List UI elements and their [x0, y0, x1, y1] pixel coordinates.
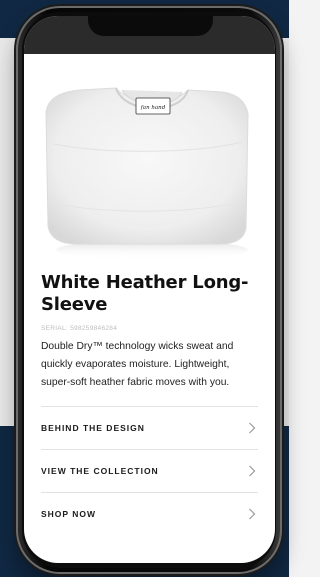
menu-item-label: SHOP NOW [41, 509, 97, 519]
menu-item-behind-the-design[interactable]: BEHIND THE DESIGN [41, 406, 258, 449]
chevron-right-icon [249, 465, 256, 477]
menu-item-label: VIEW THE COLLECTION [41, 466, 159, 476]
chevron-right-icon [249, 422, 256, 434]
menu-item-view-the-collection[interactable]: VIEW THE COLLECTION [41, 449, 258, 492]
serial-number: SERIAL: 598259846284 [41, 325, 118, 332]
phone-screen: fan hand White Heather Long-Sleeve SERIA… [24, 16, 275, 563]
product-title: White Heather Long-Sleeve [41, 272, 249, 315]
menu-item-shop-now[interactable]: SHOP NOW [41, 492, 258, 535]
folded-shirt-image: fan hand [45, 87, 249, 260]
product-menu: BEHIND THE DESIGN VIEW THE COLLECTION SH… [41, 406, 258, 535]
chevron-right-icon [249, 508, 256, 520]
menu-item-label: BEHIND THE DESIGN [41, 423, 145, 433]
product-image: fan hand [24, 54, 275, 268]
product-description: Double Dry™ technology wicks sweat and q… [41, 341, 234, 388]
notch [88, 16, 213, 36]
status-bar [24, 16, 275, 54]
product-content: White Heather Long-Sleeve SERIAL: 598259… [24, 272, 275, 535]
shirt-tag-text: fan hand [140, 105, 166, 111]
